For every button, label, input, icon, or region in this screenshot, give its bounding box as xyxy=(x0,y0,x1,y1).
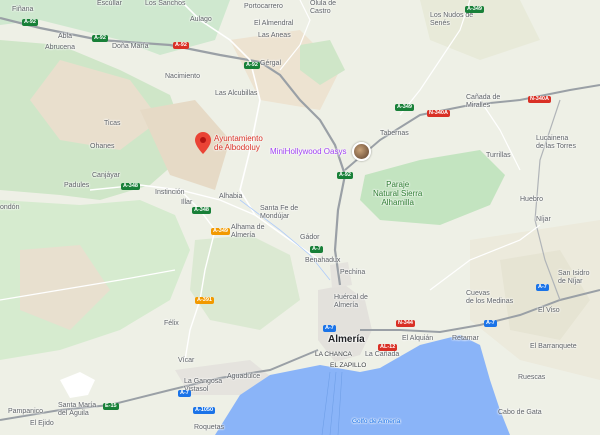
place-label: El Alquián xyxy=(402,335,434,342)
poi-ayuntamiento-label[interactable]: Ayuntamiento de Albodoluy xyxy=(214,134,263,152)
place-label: Los Sanchos xyxy=(145,0,186,7)
place-label: Fiñana xyxy=(12,6,34,13)
road-shield: A-7 xyxy=(178,390,191,397)
sea-label: Golfo de Almería xyxy=(352,418,401,425)
road-shield: A-349 xyxy=(211,228,230,235)
road-shield: N-340A xyxy=(427,110,450,117)
road-shield: A-348 xyxy=(121,183,140,190)
place-label: Nacimiento xyxy=(165,73,201,80)
place-label: Abrucena xyxy=(45,44,75,51)
road-shield: A-92 xyxy=(244,62,260,69)
place-label: Instinción xyxy=(155,189,185,196)
place-label: Alhama de Almería xyxy=(231,224,265,239)
place-label: Portocarrero xyxy=(244,3,283,10)
park-label: Paraje Natural Sierra Alhamilla xyxy=(373,180,423,207)
place-label: ondón xyxy=(0,204,20,211)
place-label: Félix xyxy=(164,320,179,327)
road-shield: A-349 xyxy=(395,104,414,111)
place-label: Roquetas xyxy=(194,424,224,431)
place-label: Illar xyxy=(181,199,193,206)
road-shield: N-344 xyxy=(396,320,415,327)
place-label: Lucainena de las Torres xyxy=(536,135,576,150)
road-shield: A-7 xyxy=(310,246,323,253)
place-label: Cañada de Miralles xyxy=(466,94,501,109)
road-shield: A-92 xyxy=(22,19,38,26)
road-shield: A-348 xyxy=(192,207,211,214)
place-label: Huércal de Almería xyxy=(334,294,368,309)
road-shield: E-15 xyxy=(103,403,119,410)
map-base-layer xyxy=(0,0,600,435)
place-label: Las Alcubillas xyxy=(215,90,258,97)
district-label: EL ZAPILLO xyxy=(330,362,367,369)
place-label: La Cañada xyxy=(365,351,400,358)
place-label: Pampanico xyxy=(8,408,44,415)
road-shield: A-7 xyxy=(323,325,336,332)
road-shield: A-1050 xyxy=(193,407,216,414)
place-label: Santa María del Águila xyxy=(58,402,97,417)
place-label: Alhabia xyxy=(219,193,243,200)
place-label: Cabo de Gata xyxy=(498,409,542,416)
place-label: Tabernas xyxy=(380,130,409,137)
place-label: El Barranquete xyxy=(530,343,577,350)
place-label: Abla xyxy=(58,33,73,40)
city-label-almeria: Almería xyxy=(328,334,365,345)
place-label: Turrillas xyxy=(486,152,511,159)
place-label: Níjar xyxy=(536,216,551,223)
road-shield: AL-12 xyxy=(378,344,398,351)
place-label: Ruescas xyxy=(518,374,546,381)
place-label: El Almendral xyxy=(254,20,294,27)
place-label: Escúllar xyxy=(97,0,122,7)
road-shield: N-340A xyxy=(528,96,551,103)
place-label: Las Aneas xyxy=(258,32,291,39)
place-label: Ticas xyxy=(104,120,121,127)
road-shield: A-391 xyxy=(195,297,214,304)
place-label: Doña María xyxy=(112,43,149,50)
map-canvas[interactable]: Ayuntamiento de Albodoluy MiniHollywood … xyxy=(0,0,600,435)
road-shield: A-7 xyxy=(536,284,549,291)
place-label: Olula de Castro xyxy=(310,0,337,15)
place-label: Ohanes xyxy=(90,143,115,150)
place-label: El Viso xyxy=(538,307,560,314)
place-label: Padules xyxy=(64,182,90,189)
place-label: Santa Fe de Mondújar xyxy=(260,205,299,220)
place-label: Aulago xyxy=(190,16,212,23)
location-pin-icon[interactable] xyxy=(195,132,211,154)
place-label: Pechina xyxy=(340,269,366,276)
place-label: San Isidro de Níjar xyxy=(558,270,590,285)
place-label: Aguadulce xyxy=(227,373,261,380)
place-label: Cuevas de los Medinas xyxy=(466,290,514,305)
place-label: Gádor xyxy=(300,234,320,241)
road-shield: A-92 xyxy=(92,35,108,42)
road-shield: A-92 xyxy=(173,42,189,49)
place-label: Huebro xyxy=(520,196,543,203)
place-label: Canjáyar xyxy=(92,172,121,179)
place-label: Los Nudos de Senés xyxy=(430,12,474,27)
place-label: Vícar xyxy=(178,357,195,364)
place-label: Gérgal xyxy=(260,60,282,67)
road-shield: A-92 xyxy=(337,172,353,179)
district-label: LA CHANCA xyxy=(315,351,352,358)
poi-minihollywood-label[interactable]: MiniHollywood Oasys xyxy=(270,148,346,156)
place-photo-marker[interactable] xyxy=(352,142,371,161)
road-shield: A-349 xyxy=(465,6,484,13)
place-label: El Ejido xyxy=(30,420,54,427)
place-label: Benahadux xyxy=(305,257,341,264)
place-label: Retamar xyxy=(452,335,479,342)
road-shield: A-7 xyxy=(484,320,497,327)
